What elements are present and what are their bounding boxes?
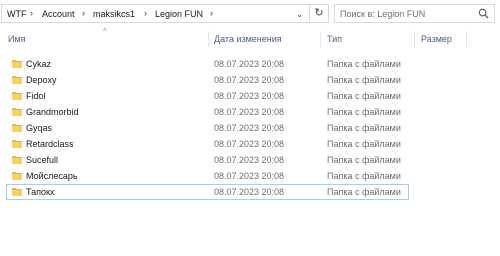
file-name: Retardclass (26, 139, 74, 149)
file-date: 08.07.2023 20:08 (214, 123, 285, 133)
file-name: Мойслесарь (26, 171, 78, 181)
folder-icon (12, 108, 22, 116)
file-date: 08.07.2023 20:08 (214, 75, 285, 85)
folder-icon (12, 92, 22, 100)
file-date: 08.07.2023 20:08 (214, 107, 285, 117)
folder-icon (12, 156, 22, 164)
file-type: Папка с файлами (327, 187, 401, 197)
breadcrumb[interactable]: WTF › Account › maksikcs1 › Legion FUN ›… (1, 4, 310, 23)
file-row[interactable]: Retardclass 08.07.2023 20:08 Папка с файла… (0, 136, 500, 152)
chevron-down-icon[interactable]: ⌄ (293, 8, 306, 21)
breadcrumb-item-legion-fun[interactable]: Legion FUN (155, 9, 203, 19)
file-date: 08.07.2023 20:08 (214, 59, 285, 69)
column-divider[interactable] (414, 31, 415, 47)
search-input[interactable] (340, 5, 480, 22)
column-header-name[interactable]: Имя (8, 28, 26, 50)
file-name: Fidol (26, 91, 46, 101)
refresh-icon[interactable]: ↻ (310, 4, 329, 23)
chevron-right-icon[interactable]: › (30, 8, 33, 18)
breadcrumb-item-maksikcs1[interactable]: maksikcs1 (93, 9, 135, 19)
chevron-right-icon[interactable]: › (210, 8, 213, 18)
file-type: Папка с файлами (327, 91, 401, 101)
file-date: 08.07.2023 20:08 (214, 171, 285, 181)
file-row[interactable]: Тапокх 08.07.2023 20:08 Папка с файлами (0, 184, 500, 200)
file-name: Sucefull (26, 155, 59, 165)
file-row[interactable]: Sucefull 08.07.2023 20:08 Папка с файлами (0, 152, 500, 168)
file-name: Grandmorbid (26, 107, 79, 117)
breadcrumb-item-wtf[interactable]: WTF (7, 9, 27, 19)
column-header-type[interactable]: Тип (327, 28, 342, 50)
column-divider[interactable] (208, 31, 209, 47)
folder-icon (12, 76, 22, 84)
folder-icon (12, 124, 22, 132)
sort-up-icon: ^ (103, 27, 107, 36)
chevron-right-icon[interactable]: › (144, 8, 147, 18)
file-type: Папка с файлами (327, 107, 401, 117)
column-divider[interactable] (320, 31, 321, 47)
file-row[interactable]: Grandmorbid 08.07.2023 20:08 Папка с файла… (0, 104, 500, 120)
folder-icon (12, 60, 22, 68)
file-row[interactable]: Gyqas 08.07.2023 20:08 Папка с файлами (0, 120, 500, 136)
folder-icon (12, 172, 22, 180)
file-row[interactable]: Fidol 08.07.2023 20:08 Папка с файлами (0, 88, 500, 104)
file-name: Gyqas (26, 123, 53, 133)
file-date: 08.07.2023 20:08 (214, 139, 285, 149)
column-header: Имя Дата изменения Тип Размер (0, 28, 500, 50)
file-row[interactable]: Мойслесарь 08.07.2023 20:08 Папка с файлам… (0, 168, 500, 184)
chevron-right-icon[interactable]: › (82, 8, 85, 18)
file-type: Папка с файлами (327, 123, 401, 133)
file-list: Cykaz 08.07.2023 20:08 Папка с файлами Depo… (0, 56, 500, 200)
file-type: Папка с файлами (327, 171, 401, 181)
file-name: Тапокх (26, 187, 55, 197)
file-date: 08.07.2023 20:08 (214, 187, 285, 197)
file-date: 08.07.2023 20:08 (214, 155, 285, 165)
file-name: Depoxy (26, 75, 57, 85)
file-name: Cykaz (26, 59, 52, 69)
search-icon[interactable] (478, 8, 489, 19)
breadcrumb-item-account[interactable]: Account (42, 9, 75, 19)
folder-icon (12, 188, 22, 196)
file-row[interactable]: Cykaz 08.07.2023 20:08 Папка с файлами (0, 56, 500, 72)
folder-icon (12, 140, 22, 148)
file-row[interactable]: Depoxy 08.07.2023 20:08 Папка с файлами (0, 72, 500, 88)
column-header-date[interactable]: Дата изменения (214, 28, 282, 50)
search-box[interactable] (334, 4, 495, 23)
file-type: Папка с файлами (327, 139, 401, 149)
column-divider[interactable] (466, 31, 467, 47)
file-type: Папка с файлами (327, 75, 401, 85)
address-bar: WTF › Account › maksikcs1 › Legion FUN ›… (0, 0, 500, 24)
file-type: Папка с файлами (327, 59, 401, 69)
column-header-size[interactable]: Размер (421, 28, 452, 50)
file-type: Папка с файлами (327, 155, 401, 165)
file-date: 08.07.2023 20:08 (214, 91, 285, 101)
